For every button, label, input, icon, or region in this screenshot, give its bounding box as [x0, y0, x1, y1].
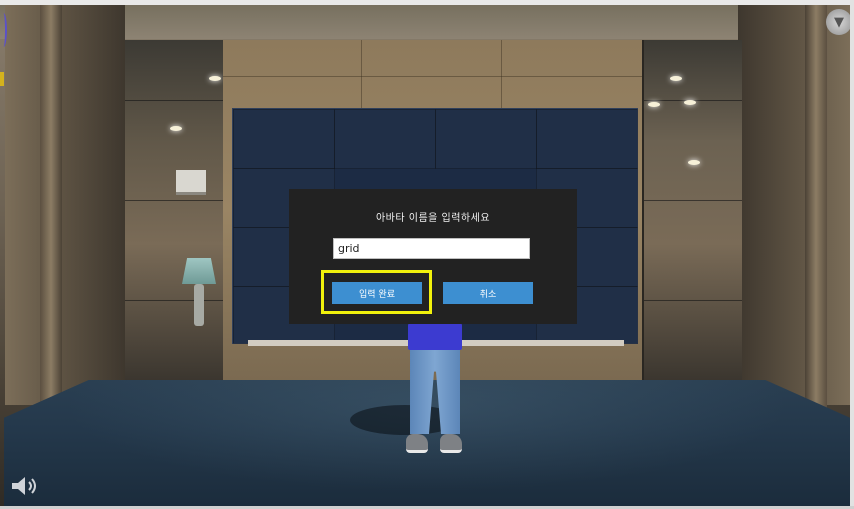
glass-seam [125, 100, 223, 101]
cancel-button[interactable]: 취소 [443, 282, 533, 304]
ceiling-light [209, 76, 221, 81]
screen-tile [536, 109, 638, 169]
speaker-icon[interactable] [10, 475, 40, 497]
lamp-shade [182, 258, 216, 284]
avatar-right-shoe [440, 434, 462, 453]
ceiling [0, 5, 850, 39]
ceiling-light [684, 100, 696, 105]
left-glass-partition [125, 40, 225, 380]
air-conditioner [176, 170, 206, 195]
avatar-left-shoe [406, 434, 428, 453]
right-wall [738, 5, 850, 405]
screen-tile [233, 109, 335, 169]
edge-marker [0, 13, 7, 47]
screen-tile [334, 109, 436, 169]
left-pillar [40, 5, 62, 415]
screen-border-right [850, 0, 854, 509]
dialog-title: 아바타 이름을 입력하세요 [375, 213, 491, 224]
avatar-shirt [408, 320, 462, 350]
edge-marker [0, 72, 4, 86]
ceiling-light [170, 126, 182, 131]
ceiling-light [670, 76, 682, 81]
glass-seam [644, 200, 742, 201]
wall-seam [223, 76, 642, 77]
confirm-button-highlight [321, 270, 432, 314]
glass-seam [125, 300, 223, 301]
glass-seam [644, 300, 742, 301]
wall-seam [361, 40, 362, 108]
right-pillar [805, 5, 827, 415]
ceiling-light [688, 160, 700, 165]
ceiling-light [648, 102, 660, 107]
avatar[interactable] [400, 320, 470, 460]
left-wall [5, 5, 125, 405]
avatar-name-input[interactable] [333, 238, 530, 259]
lamp-base [194, 284, 204, 326]
virtual-room-scene: 아바타 이름을 입력하세요 입력 완료 취소 ▼ [0, 0, 854, 509]
wall-seam [501, 40, 502, 108]
screen-tile [435, 109, 537, 169]
glass-seam [125, 200, 223, 201]
compass-icon[interactable]: ▼ [826, 9, 852, 35]
right-glass-partition [642, 40, 742, 380]
